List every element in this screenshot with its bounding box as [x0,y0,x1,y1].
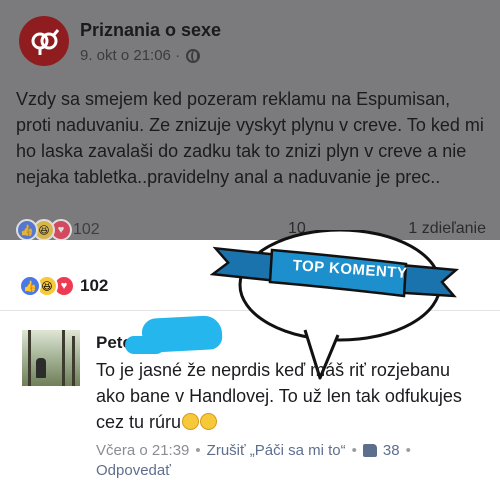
post-reaction-count: 102 [73,221,100,238]
comment-body: To je jasné že neprdis keď máš riť rozje… [96,360,462,432]
separator-dot: • [195,442,201,459]
avatar[interactable] [22,330,80,386]
globe-icon [186,48,201,63]
unlike-link[interactable]: Zrušiť „Páči sa mi to“ [207,442,346,459]
thumbs-up-icon [362,444,377,457]
separator-dot: • [405,442,411,459]
laughing-emoji-icon [200,413,218,430]
sheet-reaction-count: 102 [80,276,109,295]
post-text: Vzdy sa smejem ked pozeram reklamu na Es… [16,89,484,187]
page-logo-icon[interactable] [19,16,69,66]
name-redaction [141,314,223,354]
like-reaction-icon: 👍 [16,219,38,241]
comment-meta: Včera o 21:39 • Zrušiť „Páči sa mi to“ •… [96,442,411,459]
comment-time[interactable]: Včera o 21:39 [96,442,189,459]
reply-link[interactable]: Odpovedať [96,462,171,479]
page-name[interactable]: Priznania o sexe [80,20,221,41]
post-meta: 9. okt o 21:06 · [80,47,201,64]
post-reactions[interactable]: 👍 😆 ♥ 102 [16,219,100,241]
comment-like-count[interactable]: 38 [383,442,400,459]
sheet-reactions[interactable]: 👍 😆 ♥ 102 [19,275,108,297]
like-reaction-icon: 👍 [19,275,41,297]
separator-dot: • [351,442,357,459]
post-background: Priznania o sexe 9. okt o 21:06 · Vzdy s… [0,0,500,241]
laughing-emoji-icon [182,413,200,430]
post-timestamp[interactable]: 9. okt o 21:06 · [80,47,180,64]
comment-text: To je jasné že neprdis keď máš riť rozje… [96,357,476,435]
